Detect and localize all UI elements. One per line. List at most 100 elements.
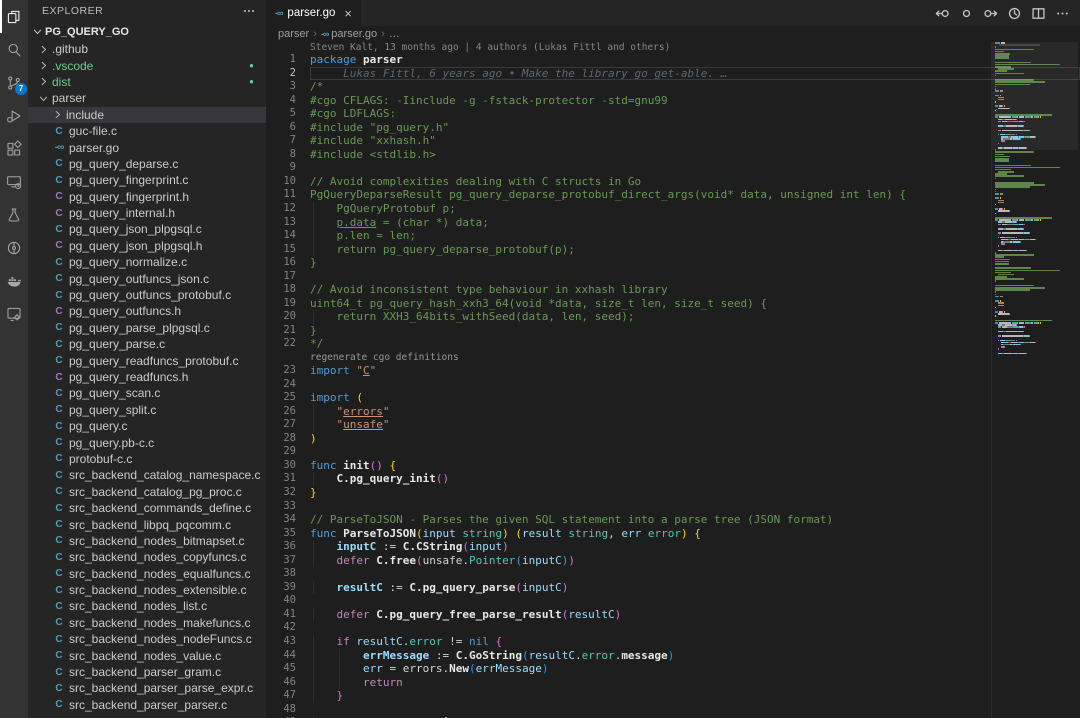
breadcrumb-item[interactable]: … [389, 28, 400, 40]
close-tab-icon[interactable]: × [344, 6, 352, 21]
code-line-content[interactable] [310, 621, 1080, 635]
tree-item-src-backend-nodes-copyfuncs-c[interactable]: Csrc_backend_nodes_copyfuncs.c [28, 549, 266, 565]
tree-item-pg-query-fingerprint-h[interactable]: Cpg_query_fingerprint.h [28, 189, 266, 205]
code-line-content[interactable]: uint64_t pg_query_hash_xxh3_64(void *dat… [310, 297, 1080, 311]
compare-next-icon[interactable] [983, 6, 998, 21]
run-debug-icon[interactable] [0, 99, 28, 132]
open-changes-icon[interactable] [959, 6, 974, 21]
code-editor[interactable]: Steven Kalt, 13 months ago | 4 authors (… [266, 42, 1080, 718]
code-line-content[interactable] [310, 161, 1080, 175]
project-root-header[interactable]: PG_QUERY_GO [28, 22, 266, 41]
tree-item-pg-query-readfuncs-protobuf-c[interactable]: Cpg_query_readfuncs_protobuf.c [28, 352, 266, 368]
code-line-content[interactable]: // ParseToJSON - Parses the given SQL st… [310, 513, 1080, 527]
containers-icon[interactable] [0, 297, 28, 330]
code-line-content[interactable]: func init() { [310, 459, 1080, 473]
tree-item-src-backend-parser-parser-c[interactable]: Csrc_backend_parser_parser.c [28, 697, 266, 713]
docker-icon[interactable] [0, 264, 28, 297]
code-line-content[interactable]: #cgo LDFLAGS: [310, 107, 1080, 121]
tree-item-src-backend-nodes-equalfuncs-c[interactable]: Csrc_backend_nodes_equalfuncs.c [28, 566, 266, 582]
code-line-content[interactable]: inputC := C.CString(input) [310, 540, 1080, 554]
file-history-icon[interactable] [1007, 6, 1022, 21]
code-line-content[interactable]: return [310, 676, 1080, 690]
code-line-content[interactable]: func ParseToJSON(input string) (result s… [310, 527, 1080, 541]
tree-item-pg-query-deparse-c[interactable]: Cpg_query_deparse.c [28, 156, 266, 172]
code-line-content[interactable] [310, 445, 1080, 459]
tree-item-pg-query-outfuncs-protobuf-c[interactable]: Cpg_query_outfuncs_protobuf.c [28, 287, 266, 303]
code-line-content[interactable]: } [310, 324, 1080, 338]
tree-item-src-backend-nodes-makefuncs-c[interactable]: Csrc_backend_nodes_makefuncs.c [28, 615, 266, 631]
code-line-content[interactable]: #cgo CFLAGS: -Iinclude -g -fstack-protec… [310, 94, 1080, 108]
source-control-icon[interactable]: 7 [0, 66, 28, 99]
tree-item-src-backend-nodes-list-c[interactable]: Csrc_backend_nodes_list.c [28, 598, 266, 614]
tree-item-parser-go[interactable]: -∞parser.go [28, 139, 266, 155]
code-line-content[interactable]: return pg_query_deparse_protobuf(p); [310, 243, 1080, 257]
tree-item-src-backend-nodes-bitmapset-c[interactable]: Csrc_backend_nodes_bitmapset.c [28, 533, 266, 549]
split-editor-icon[interactable] [1031, 6, 1046, 21]
code-line-content[interactable]: #include "pg_query.h" [310, 121, 1080, 135]
tree-item-dist[interactable]: dist● [28, 74, 266, 90]
code-line-content[interactable]: } [310, 256, 1080, 270]
code-line-content[interactable]: C.pg_query_init() [310, 472, 1080, 486]
tree-item-pg-query-json-plpgsql-h[interactable]: Cpg_query_json_plpgsql.h [28, 238, 266, 254]
more-actions-icon[interactable] [242, 4, 256, 18]
code-line-content[interactable]: import ( [310, 391, 1080, 405]
tree-item-guc-file-c[interactable]: Cguc-file.c [28, 123, 266, 139]
tree-item-src-backend-catalog-pg-proc-c[interactable]: Csrc_backend_catalog_pg_proc.c [28, 484, 266, 500]
tab-parser-go[interactable]: -∞ parser.go × [266, 0, 361, 26]
tree-item-src-backend-libpq-pqcomm-c[interactable]: Csrc_backend_libpq_pqcomm.c [28, 516, 266, 532]
code-line-content[interactable]: defer C.free(unsafe.Pointer(inputC)) [310, 554, 1080, 568]
code-line-content[interactable]: } [310, 689, 1080, 703]
explorer-icon[interactable] [0, 0, 28, 33]
code-line-content[interactable]: // Avoid complexities dealing with C str… [310, 175, 1080, 189]
code-line-content[interactable]: /* [310, 80, 1080, 94]
code-line-content[interactable] [310, 703, 1080, 717]
tree-item-pg-query-split-c[interactable]: Cpg_query_split.c [28, 402, 266, 418]
tree-item-pg-query-outfuncs-json-c[interactable]: Cpg_query_outfuncs_json.c [28, 270, 266, 286]
tree-item-pg-query-scan-c[interactable]: Cpg_query_scan.c [28, 385, 266, 401]
code-line-content[interactable]: err = errors.New(errMessage) [310, 662, 1080, 676]
code-line-content[interactable] [310, 378, 1080, 392]
tree-item-src-backend-nodes-extensible-c[interactable]: Csrc_backend_nodes_extensible.c [28, 582, 266, 598]
tree-item-pg-query-parse-plpgsql-c[interactable]: Cpg_query_parse_plpgsql.c [28, 320, 266, 336]
tree-item-src-backend-nodes-value-c[interactable]: Csrc_backend_nodes_value.c [28, 647, 266, 663]
breadcrumb-item[interactable]: parser [278, 28, 309, 40]
code-line-content[interactable]: package parser [310, 53, 1080, 67]
code-line-content[interactable]: return XXH3_64bits_withSeed(data, len, s… [310, 310, 1080, 324]
code-line-content[interactable]: #include "xxhash.h" [310, 134, 1080, 148]
tree-item-src-backend-parser-gram-c[interactable]: Csrc_backend_parser_gram.c [28, 664, 266, 680]
tree-item-src-backend-commands-define-c[interactable]: Csrc_backend_commands_define.c [28, 500, 266, 516]
code-line-content[interactable] [310, 500, 1080, 514]
tree-item-pg-query-internal-h[interactable]: Cpg_query_internal.h [28, 205, 266, 221]
compare-previous-icon[interactable] [935, 6, 950, 21]
tree-item-pg-query-readfuncs-h[interactable]: Cpg_query_readfuncs.h [28, 369, 266, 385]
code-line-content[interactable] [310, 270, 1080, 284]
tree-item-src-backend-catalog-namespace-c[interactable]: Csrc_backend_catalog_namespace.c [28, 467, 266, 483]
code-line-content[interactable]: PgQueryProtobuf p; [310, 202, 1080, 216]
tree-item--vscode[interactable]: .vscode● [28, 57, 266, 73]
gitlens-icon[interactable] [0, 231, 28, 264]
tree-item-pg-query-normalize-c[interactable]: Cpg_query_normalize.c [28, 254, 266, 270]
code-line-content[interactable]: // Avoid inconsistent type behaviour in … [310, 283, 1080, 297]
code-line-content[interactable]: p.data = (char *) data; [310, 216, 1080, 230]
tree-item-include[interactable]: include [28, 107, 266, 123]
code-line-content[interactable]: p.len = len; [310, 229, 1080, 243]
tree-item-pg-query-parse-c[interactable]: Cpg_query_parse.c [28, 336, 266, 352]
code-line-content[interactable]: errMessage := C.GoString(resultC.error.m… [310, 649, 1080, 663]
code-line-content[interactable] [310, 594, 1080, 608]
tree-item-pg-query-c[interactable]: Cpg_query.c [28, 418, 266, 434]
tree-item-src-backend-nodes-nodefuncs-c[interactable]: Csrc_backend_nodes_nodeFuncs.c [28, 631, 266, 647]
code-line-content[interactable]: import "C" [310, 364, 1080, 378]
code-line-content[interactable]: resultC := C.pg_query_parse(inputC) [310, 581, 1080, 595]
code-line-content[interactable]: */ [310, 337, 1080, 351]
tree-item-src-backend-parser-parse-expr-c[interactable]: Csrc_backend_parser_parse_expr.c [28, 680, 266, 696]
search-icon[interactable] [0, 33, 28, 66]
remote-explorer-icon[interactable] [0, 165, 28, 198]
code-line-content[interactable]: PgQueryDeparseResult pg_query_deparse_pr… [310, 188, 1080, 202]
tree-item-pg-query-outfuncs-h[interactable]: Cpg_query_outfuncs.h [28, 303, 266, 319]
code-line-content[interactable]: "errors" [310, 405, 1080, 419]
tree-item-pg-query-json-plpgsql-c[interactable]: Cpg_query_json_plpgsql.c [28, 221, 266, 237]
breadcrumb-item[interactable]: -∞parser.go [321, 28, 377, 40]
testing-icon[interactable] [0, 198, 28, 231]
code-line-content[interactable]: Lukas Fittl, 6 years ago • Make the libr… [310, 67, 1080, 81]
code-line-content[interactable]: #include <stdlib.h> [310, 148, 1080, 162]
